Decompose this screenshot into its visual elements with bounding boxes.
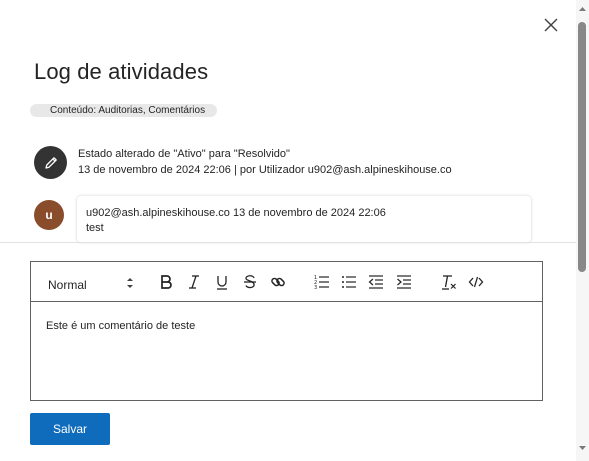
bold-button[interactable] bbox=[157, 273, 175, 291]
clear-formatting-button[interactable] bbox=[440, 273, 458, 291]
pencil-icon bbox=[44, 156, 57, 169]
section-divider bbox=[0, 242, 576, 243]
scroll-up-arrow-icon[interactable] bbox=[577, 5, 588, 13]
editor-content[interactable]: Este é um comentário de teste bbox=[46, 320, 195, 332]
decrease-indent-button[interactable] bbox=[367, 273, 385, 291]
editor-toolbar: Normal 1 2 3 bbox=[31, 262, 542, 302]
activity-meta: 13 de novembro de 2024 22:06 | por Utili… bbox=[78, 164, 452, 176]
bulleted-list-button[interactable] bbox=[340, 273, 358, 291]
comment-author: u902@ash.alpineskihouse.co bbox=[86, 207, 230, 219]
comment-meta: u902@ash.alpineskihouse.co 13 de novembr… bbox=[86, 207, 386, 219]
bulleted-list-icon bbox=[342, 276, 356, 288]
code-button[interactable] bbox=[467, 273, 485, 291]
decrease-indent-icon bbox=[368, 275, 383, 289]
dialog-title: Log de atividades bbox=[34, 59, 209, 84]
link-icon bbox=[271, 277, 285, 287]
strikethrough-button[interactable] bbox=[241, 273, 259, 291]
user-avatar: u bbox=[34, 200, 64, 230]
comment-timestamp: 13 de novembro de 2024 22:06 bbox=[232, 207, 386, 219]
bold-icon bbox=[161, 275, 172, 289]
save-button[interactable]: Salvar bbox=[30, 413, 110, 445]
comment-card: u902@ash.alpineskihouse.co 13 de novembr… bbox=[77, 196, 531, 242]
increase-indent-icon bbox=[397, 275, 411, 289]
link-button[interactable] bbox=[269, 273, 287, 291]
close-icon bbox=[544, 18, 558, 32]
chevron-up-down-icon bbox=[127, 278, 133, 288]
italic-icon bbox=[189, 275, 199, 289]
comment-editor[interactable]: Normal 1 2 3 Este é um comentário de tes… bbox=[30, 261, 543, 401]
activity-avatar bbox=[34, 146, 67, 179]
clear-formatting-icon bbox=[442, 275, 456, 290]
underline-button[interactable] bbox=[213, 273, 231, 291]
content-filter-badge[interactable]: Conteúdo: Auditorias, Comentários bbox=[30, 104, 218, 117]
paragraph-format-value: Normal bbox=[48, 278, 87, 292]
italic-button[interactable] bbox=[185, 273, 203, 291]
strikethrough-icon bbox=[244, 275, 256, 289]
code-icon bbox=[468, 276, 484, 288]
scroll-down-arrow-icon[interactable] bbox=[577, 444, 588, 452]
underline-icon bbox=[217, 276, 227, 290]
activity-description: Estado alterado de "Ativo" para "Resolvi… bbox=[78, 148, 290, 160]
svg-text:3: 3 bbox=[314, 285, 317, 290]
scrollbar-thumb[interactable] bbox=[578, 22, 586, 272]
close-button[interactable] bbox=[540, 14, 562, 36]
paragraph-format-select[interactable]: Normal bbox=[48, 276, 134, 292]
increase-indent-button[interactable] bbox=[395, 273, 413, 291]
numbered-list-button[interactable]: 1 2 3 bbox=[313, 273, 331, 291]
numbered-list-icon: 1 2 3 bbox=[314, 275, 329, 290]
comment-text: test bbox=[86, 222, 104, 234]
